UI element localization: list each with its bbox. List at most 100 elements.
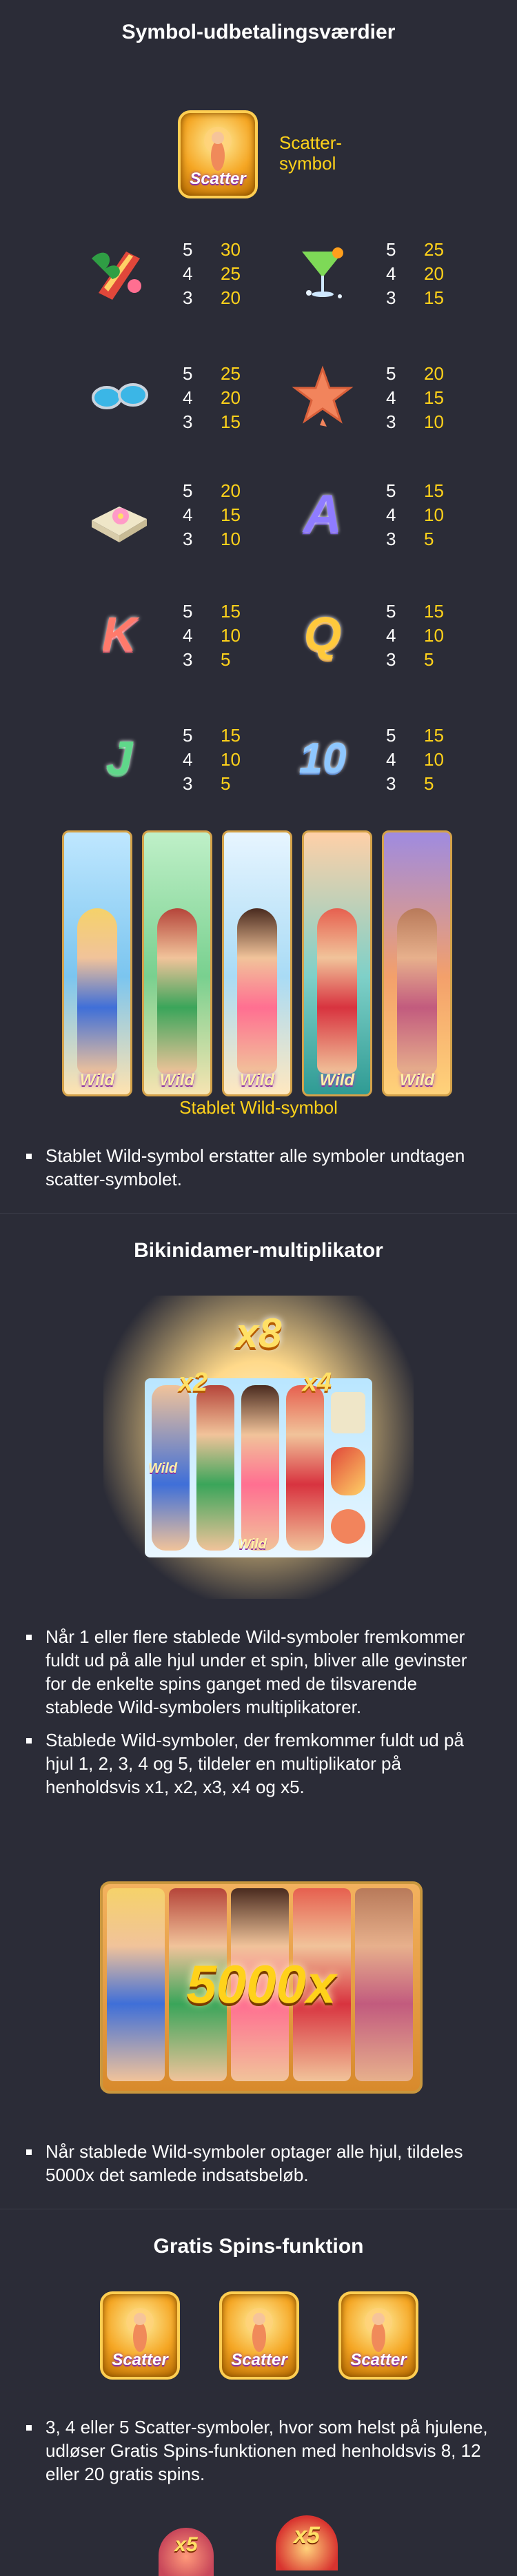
pay-value: 5 xyxy=(221,649,231,670)
pay-count: 5 xyxy=(183,601,193,622)
big-win-multiplier: 5000x xyxy=(186,1954,336,2014)
multiplier-right: x4 xyxy=(302,1368,332,1397)
bullet-text: Stablede Wild-symboler, der fremkommer f… xyxy=(45,1730,464,1797)
wild-label: Wild xyxy=(399,1071,435,1090)
multiplier-showcase: Wild Wild x8 x2 x4 xyxy=(103,1296,414,1599)
wild-label: Wild xyxy=(319,1071,355,1090)
scatter-label-line1: Scatter- xyxy=(279,132,343,153)
bullet-text: Stablet Wild-symbol erstatter alle symbo… xyxy=(45,1145,465,1189)
wild-strip-5: Wild xyxy=(382,830,452,1096)
pay-count: 3 xyxy=(386,287,396,308)
multiplier-top: x8 xyxy=(235,1310,282,1356)
letter-q-icon: Q xyxy=(303,607,342,661)
wild-caption: Stablet Wild-symbol xyxy=(179,1097,338,1118)
section-divider xyxy=(0,1213,517,1214)
pay-count: 3 xyxy=(386,649,396,670)
pay-value: 20 xyxy=(221,387,241,408)
starfish-icon xyxy=(285,358,361,434)
reel-grid: Wild Wild xyxy=(145,1378,372,1557)
letter-k-icon: K xyxy=(101,607,137,661)
pay-value: 20 xyxy=(221,287,241,308)
free-spins-rule-text: 3, 4 eller 5 Scatter-symboler, hvor som … xyxy=(26,2415,488,2486)
pay-value: 15 xyxy=(424,601,444,622)
scatter-symbol-icon: Scatter xyxy=(100,2291,180,2380)
free-spins-title: Gratis Spins-funktion xyxy=(153,2235,364,2258)
pay-value: 15 xyxy=(221,504,241,525)
pay-value: 10 xyxy=(221,625,241,646)
paytable-title: Symbol-udbetalingsværdier xyxy=(121,21,396,43)
pay-value: 20 xyxy=(221,480,241,501)
pay-value: 10 xyxy=(424,504,444,525)
pay-count: 3 xyxy=(386,411,396,432)
bullet-text: Når 1 eller flere stablede Wild-symboler… xyxy=(45,1626,467,1717)
towel-flower-icon xyxy=(331,1392,365,1433)
scatter-label-line2: symbol xyxy=(279,153,336,174)
pay-count: 4 xyxy=(183,749,193,770)
multiplier-value: x5 xyxy=(174,2533,198,2556)
cocktail-icon xyxy=(285,234,361,310)
pay-value: 10 xyxy=(221,529,241,549)
multiplier-rule-text: Når 1 eller flere stablede Wild-symboler… xyxy=(26,1625,488,1719)
pay-count: 5 xyxy=(183,480,193,501)
pay-value: 15 xyxy=(424,287,444,308)
bikini-lady-figure xyxy=(196,1385,234,1551)
pay-value: 5 xyxy=(424,529,434,549)
starfish-icon xyxy=(331,1509,365,1544)
pay-count: 4 xyxy=(183,387,193,408)
pay-value: 5 xyxy=(424,649,434,670)
bikini-lady-figure xyxy=(286,1385,324,1551)
number-10-icon: 10 xyxy=(298,734,347,782)
pay-count: 4 xyxy=(386,749,396,770)
bullet-text: 3, 4 eller 5 Scatter-symboler, hvor som … xyxy=(45,2417,488,2484)
pay-count: 4 xyxy=(386,625,396,646)
bikini-lady-figure xyxy=(397,908,437,1074)
pay-count: 4 xyxy=(183,504,193,525)
pay-count: 3 xyxy=(183,529,193,549)
wild-strip-3: Wild xyxy=(222,830,292,1096)
scatter-badge-text: Scatter xyxy=(190,170,246,188)
bikini-lady-figure xyxy=(237,908,277,1074)
wild-label: Wild xyxy=(148,1461,178,1476)
multiplier-value: x5 xyxy=(294,2522,320,2548)
pay-value: 15 xyxy=(424,725,444,746)
scatter-symbol-icon: Scatter xyxy=(178,110,258,198)
wild-strip-1: Wild xyxy=(62,830,132,1096)
pay-value: 25 xyxy=(424,239,444,260)
wild-rule-text: Stablet Wild-symbol erstatter alle symbo… xyxy=(26,1144,488,1191)
pay-value: 25 xyxy=(221,363,241,384)
wild-label: Wild xyxy=(238,1537,267,1552)
pay-count: 5 xyxy=(183,363,193,384)
pay-value: 10 xyxy=(424,749,444,770)
pay-value: 10 xyxy=(424,625,444,646)
towel-flower-icon xyxy=(81,476,157,551)
pay-value: 25 xyxy=(221,263,241,284)
pay-value: 15 xyxy=(221,411,241,432)
wild-label: Wild xyxy=(79,1071,115,1090)
pay-value: 10 xyxy=(424,411,444,432)
scatter-badge-text: Scatter xyxy=(350,2351,407,2369)
surfboard-flower-icon xyxy=(331,1447,365,1495)
bikini-lady-figure xyxy=(77,908,117,1074)
bikini-lady-figure xyxy=(157,908,197,1074)
full-wild-rule-text: Når stablede Wild-symboler optager alle … xyxy=(26,2140,488,2187)
multiplier-badge-right: x5 xyxy=(276,2515,338,2570)
pay-value: 15 xyxy=(221,725,241,746)
wild-label: Wild xyxy=(159,1071,195,1090)
multiplier-left: x2 xyxy=(178,1368,208,1397)
wild-strip-4: Wild xyxy=(302,830,372,1096)
bikini-lady-figure xyxy=(241,1385,279,1551)
pay-count: 5 xyxy=(386,601,396,622)
bikini-lady-figure xyxy=(317,908,357,1074)
pay-count: 3 xyxy=(386,773,396,794)
scatter-symbol-icon: Scatter xyxy=(338,2291,418,2380)
pay-value: 5 xyxy=(221,773,231,794)
pay-value: 10 xyxy=(221,749,241,770)
bullet-text: Når stablede Wild-symboler optager alle … xyxy=(45,2141,463,2185)
scatter-badge-text: Scatter xyxy=(112,2351,168,2369)
scatter-badge-text: Scatter xyxy=(231,2351,287,2369)
pay-count: 5 xyxy=(386,725,396,746)
sunglasses-icon xyxy=(81,358,157,434)
pay-count: 4 xyxy=(386,504,396,525)
pay-value: 5 xyxy=(424,773,434,794)
surfboard-flower-icon xyxy=(81,234,157,310)
